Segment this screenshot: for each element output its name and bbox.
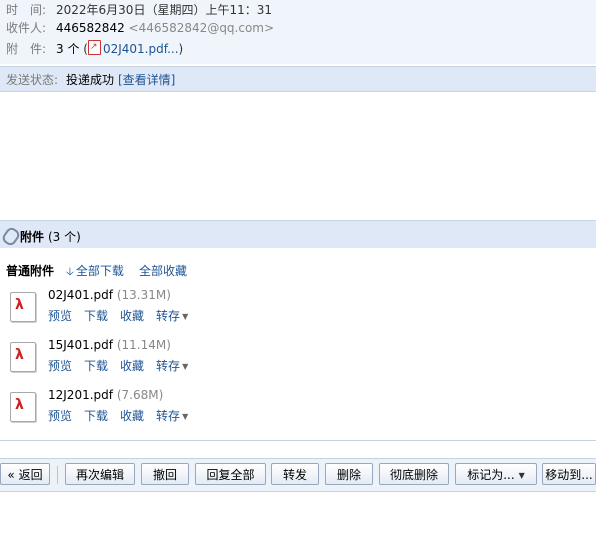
download-link[interactable]: 下载 [84,409,108,423]
mail-header: 时 间: 2022年6月30日（星期四）上午11：31 收件人: 446582842… [0,0,596,64]
send-status-label: 发送状态: [6,73,59,87]
pdf-file-icon[interactable]: λ [10,342,36,372]
collect-all-link[interactable]: 全部收藏 [139,262,187,279]
move-to-button[interactable]: 移动到... [542,463,596,485]
download-link[interactable]: 下载 [84,359,108,373]
view-details-link[interactable]: [查看详情] [118,71,175,88]
delete-permanently-button[interactable]: 彻底删除 [379,463,449,485]
reply-all-button[interactable]: 回复全部 [195,463,266,485]
attachment-name[interactable]: 02J401.pdf [48,288,113,302]
attachment-actions: 预览 下载 收藏 转存 ▼ [48,357,200,374]
pdf-icon [87,39,101,55]
time-value: 2022年6月30日（星期四）上午11：31 [56,3,272,17]
toolbar-separator [57,466,58,484]
normal-attachments-title: 普通附件 [6,264,55,278]
attachment-size: (7.68M) [116,388,164,402]
save-to-link[interactable]: 转存 ▼ [156,309,188,323]
save-to-label: 转存 [156,409,181,423]
time-label: 时 间: [6,3,47,17]
caret-down-icon: ▼ [182,362,189,371]
save-to-label: 转存 [156,309,181,323]
recipient-email: <446582842@qq.com> [128,21,275,35]
download-all-link[interactable]: 🡣 全部下载 [66,262,124,282]
attachment-row: 附 件:3 个 (02J401.pdf...) [6,39,184,56]
collect-link[interactable]: 收藏 [120,309,144,323]
recipient-label: 收件人: [6,21,47,35]
attachments-bar: 附件 (3 个) [0,220,596,249]
attachment-name-line: 15J401.pdf (11.14M) [48,338,171,352]
attachment-item: λ 02J401.pdf (13.31M) 预览 下载 收藏 转存 ▼ [0,288,596,330]
attachment-first-link[interactable]: 02J401.pdf... [103,42,179,56]
attachment-item: λ 15J401.pdf (11.14M) 预览 下载 收藏 转存 ▼ [0,338,596,380]
re-edit-button[interactable]: 再次编辑 [65,463,135,485]
download-all-label: 全部下载 [75,264,124,278]
attachment-actions: 预览 下载 收藏 转存 ▼ [48,307,200,324]
attachment-actions: 预览 下载 收藏 转存 ▼ [48,407,200,424]
save-to-label: 转存 [156,359,181,373]
paren-close: ) [178,42,184,56]
preview-link[interactable]: 预览 [48,409,72,423]
recipient-name[interactable]: 446582842 [56,21,125,35]
attachment-count: 3 个 [56,42,80,56]
attachment-name-line: 12J201.pdf (7.68M) [48,388,163,402]
download-link[interactable]: 下载 [84,309,108,323]
collect-link[interactable]: 收藏 [120,359,144,373]
attachment-item: λ 12J201.pdf (7.68M) 预览 下载 收藏 转存 ▼ [0,388,596,430]
pdf-file-icon[interactable]: λ [10,392,36,422]
attachment-name[interactable]: 15J401.pdf [48,338,113,352]
caret-down-icon: ▼ [518,471,525,480]
mark-as-label: 标记为... [467,468,515,482]
attachment-name[interactable]: 12J201.pdf [48,388,113,402]
attachment-name-line: 02J401.pdf (13.31M) [48,288,171,302]
attachment-size: (11.14M) [116,338,171,352]
recall-button[interactable]: 撤回 [141,463,189,485]
attachment-label: 附 件: [6,42,47,56]
attachment-size: (13.31M) [116,288,171,302]
recipient-row: 收件人: 446582842 <446582842@qq.com> [6,20,274,36]
back-button[interactable]: « 返回 [0,463,50,485]
mail-toolbar: « 返回 再次编辑 撤回 回复全部 转发 删除 彻底删除 标记为... ▼ 移动到… [0,458,596,492]
attachments-title: 附件 [20,230,45,244]
preview-link[interactable]: 预览 [48,359,72,373]
save-to-link[interactable]: 转存 ▼ [156,409,188,423]
caret-down-icon: ▼ [182,312,189,321]
preview-link[interactable]: 预览 [48,309,72,323]
pdf-file-icon[interactable]: λ [10,292,36,322]
mark-as-button[interactable]: 标记为... ▼ [455,463,537,485]
forward-button[interactable]: 转发 [271,463,319,485]
paperclip-icon [0,225,22,248]
save-to-link[interactable]: 转存 ▼ [156,359,188,373]
time-row: 时 间: 2022年6月30日（星期四）上午11：31 [6,2,272,18]
delete-button[interactable]: 删除 [325,463,373,485]
collect-link[interactable]: 收藏 [120,409,144,423]
attachments-count: (3 个) [48,230,81,244]
send-status-value: 投递成功 [66,73,115,87]
download-arrow-icon: 🡣 [66,265,74,278]
caret-down-icon: ▼ [182,412,189,421]
attachments-panel: 普通附件 🡣 全部下载 全部收藏 λ 02J401.pdf (13.31M) 预览… [0,248,596,441]
send-status-bar: 发送状态: 投递成功 [查看详情] [0,66,596,92]
